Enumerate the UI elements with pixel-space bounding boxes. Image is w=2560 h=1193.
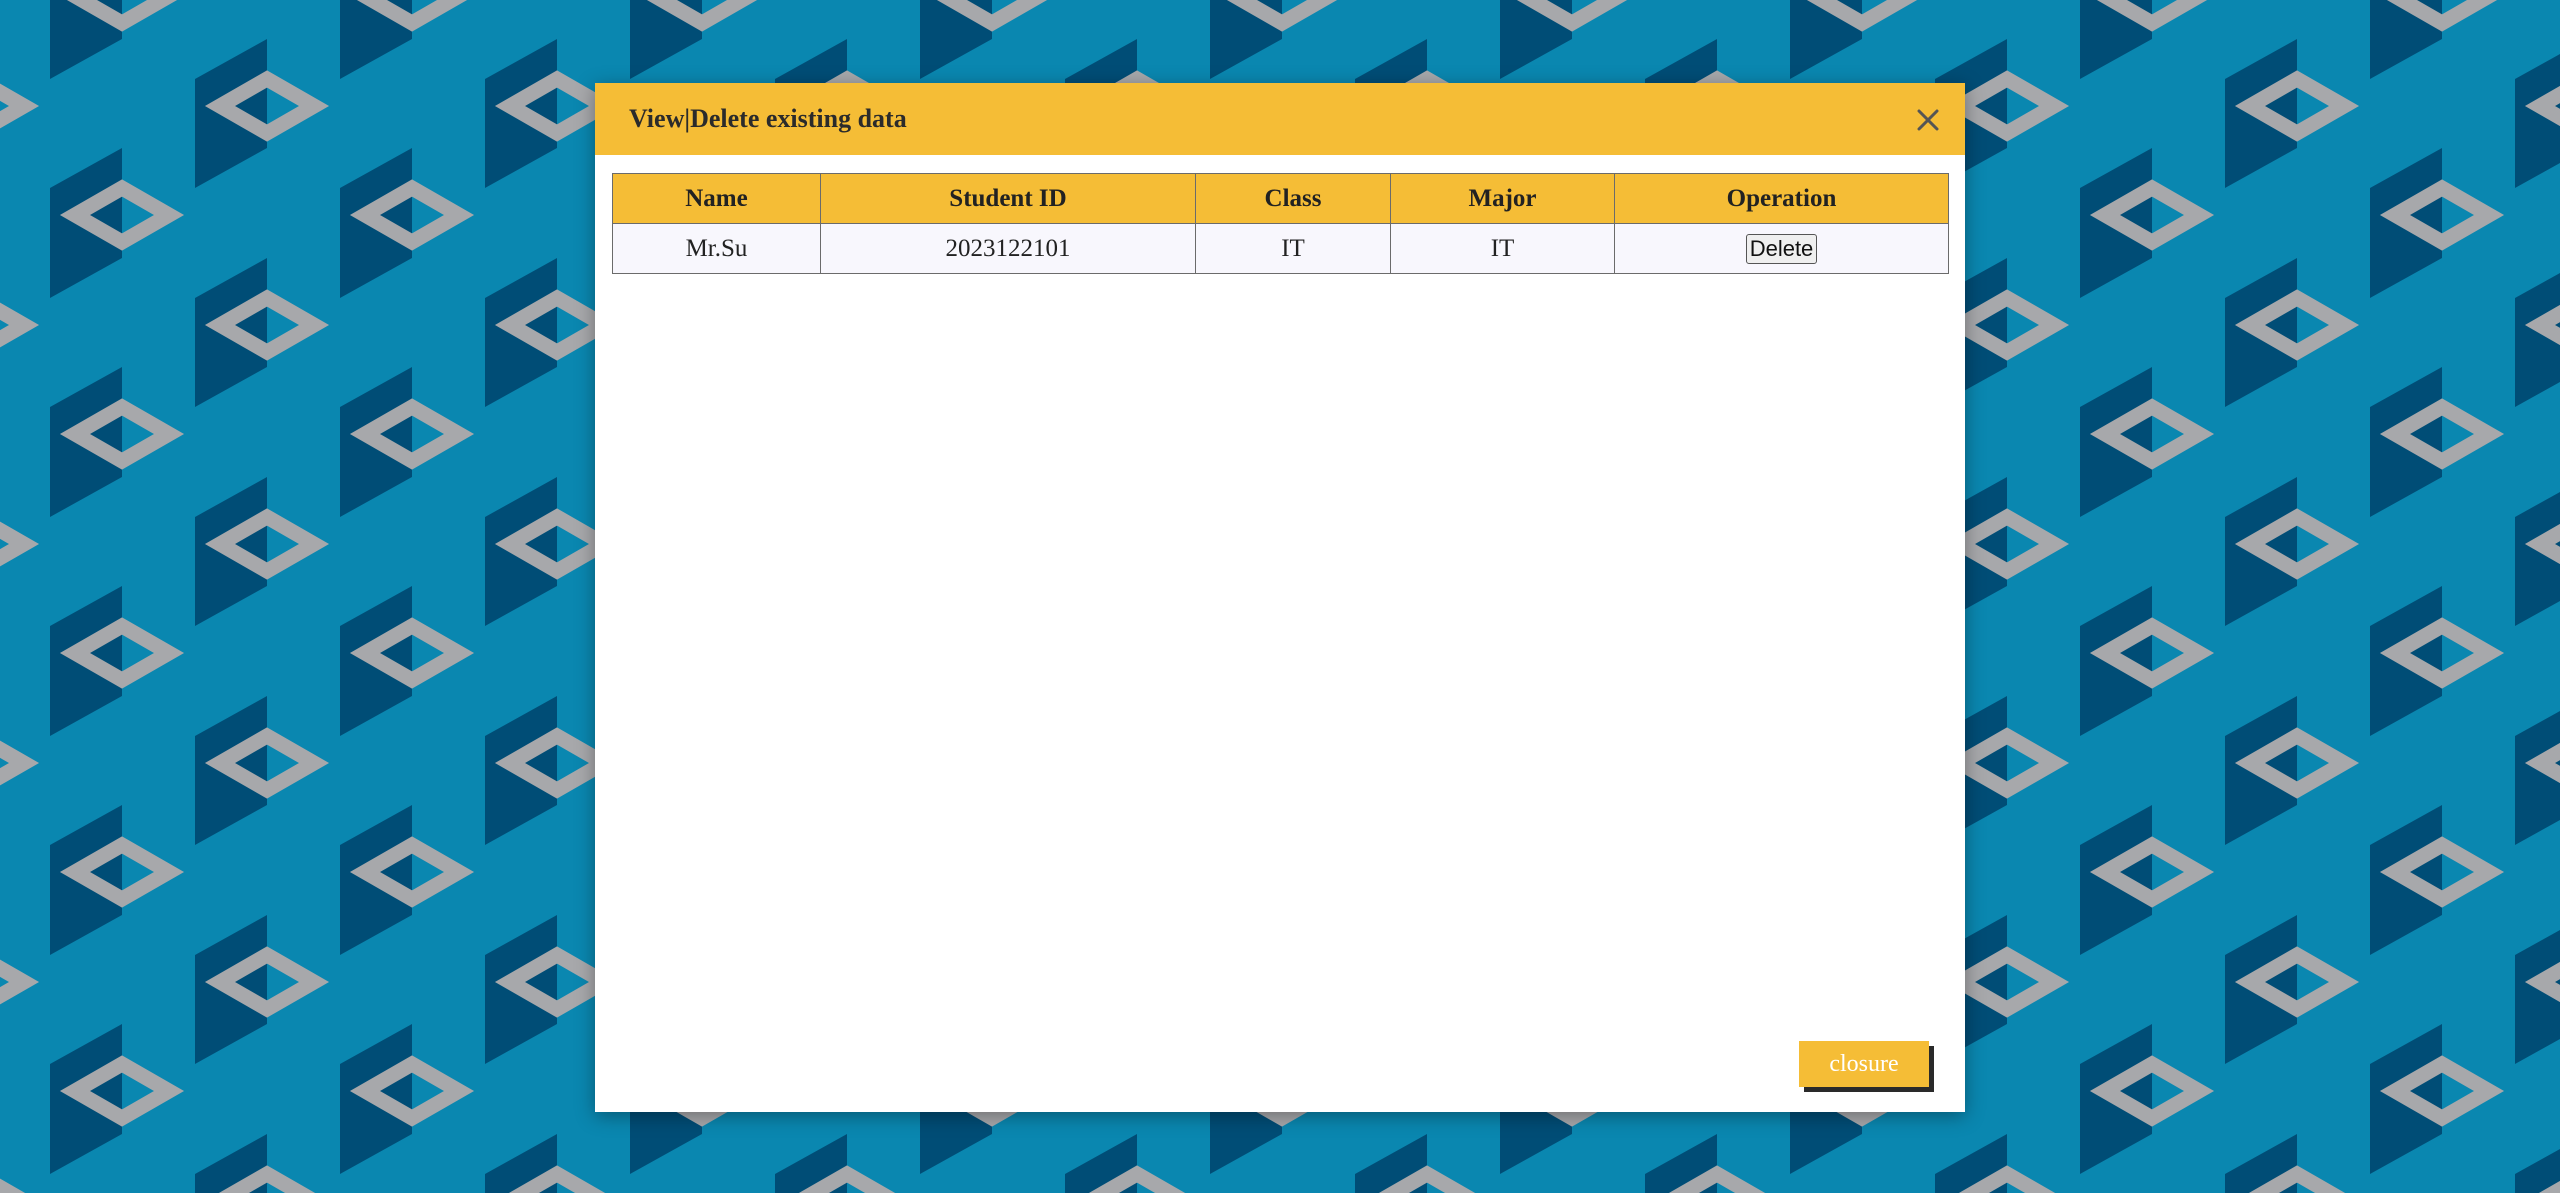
cell-major: IT xyxy=(1390,223,1615,274)
cell-name: Mr.Su xyxy=(612,223,821,274)
dialog-header: View|Delete existing data xyxy=(595,83,1965,155)
student-table-container: Name Student ID Class Major Operation Mr… xyxy=(612,173,1949,274)
table-row: Mr.Su 2023122101 IT IT Delete xyxy=(612,223,1949,274)
table-header-row: Name Student ID Class Major Operation xyxy=(612,173,1949,224)
column-header-operation: Operation xyxy=(1614,173,1949,224)
column-header-name: Name xyxy=(612,173,821,224)
delete-button[interactable]: Delete xyxy=(1745,233,1818,264)
cell-class: IT xyxy=(1195,223,1391,274)
close-icon[interactable] xyxy=(1913,105,1943,135)
closure-button[interactable]: closure xyxy=(1799,1041,1929,1087)
cell-student-id: 2023122101 xyxy=(820,223,1196,274)
column-header-student-id: Student ID xyxy=(820,173,1196,224)
view-delete-dialog: View|Delete existing data Name Student I… xyxy=(595,83,1965,1112)
student-table: Name Student ID Class Major Operation Mr… xyxy=(612,173,1949,274)
cell-operation: Delete xyxy=(1614,223,1949,274)
dialog-title: View|Delete existing data xyxy=(629,104,907,133)
column-header-class: Class xyxy=(1195,173,1391,224)
column-header-major: Major xyxy=(1390,173,1615,224)
